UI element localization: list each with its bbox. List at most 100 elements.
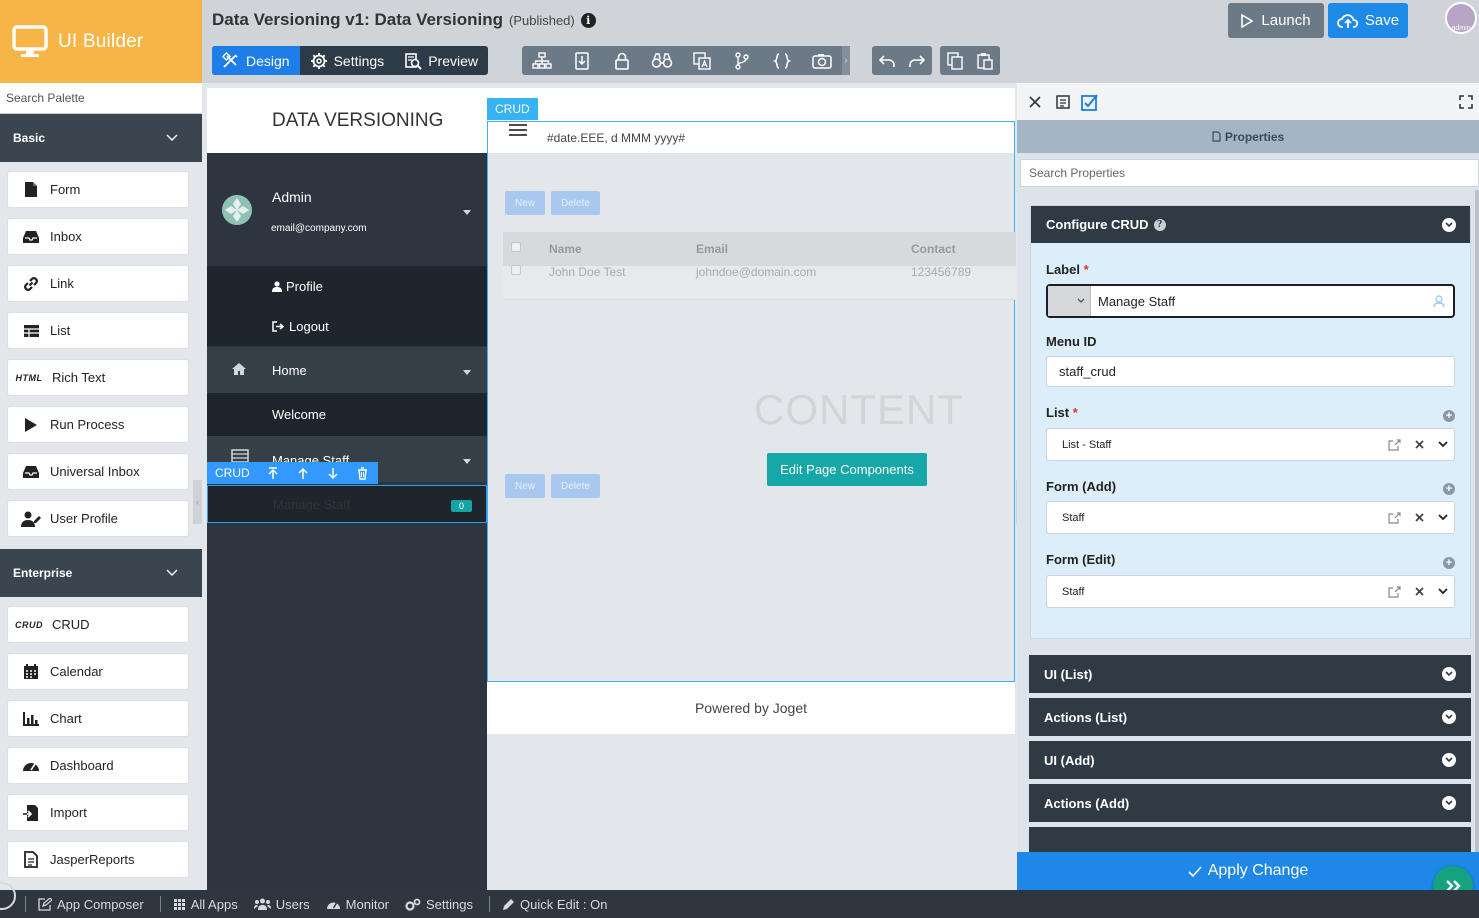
binder-button[interactable] bbox=[562, 46, 602, 75]
undo-button[interactable] bbox=[872, 46, 902, 75]
bottom-quick-edit[interactable]: Quick Edit : On bbox=[502, 897, 607, 912]
palette-section-enterprise[interactable]: Enterprise bbox=[0, 549, 202, 597]
color-picker[interactable] bbox=[1048, 286, 1091, 316]
section-actions-add[interactable]: Actions (Add) bbox=[1029, 784, 1471, 822]
copy-button[interactable] bbox=[940, 46, 970, 75]
nav-profile-link[interactable]: Profile bbox=[207, 266, 487, 306]
crud-element-tag[interactable]: CRUD bbox=[487, 98, 538, 120]
palette-item-chart[interactable]: Chart bbox=[7, 700, 189, 737]
properties-search-input[interactable] bbox=[1020, 159, 1479, 187]
table-row[interactable]: John Doe Test johndoe@domain.com 1234567… bbox=[503, 265, 1016, 300]
menu-id-field[interactable]: staff_crud bbox=[1046, 356, 1455, 387]
select-all-checkbox[interactable] bbox=[511, 242, 521, 252]
nav-manage-staff-item[interactable]: Manage Staff 0 bbox=[207, 485, 487, 523]
palette-item-run-process[interactable]: Run Process bbox=[7, 406, 189, 443]
form-add-select[interactable]: Staff bbox=[1046, 501, 1455, 534]
palette-item-crud[interactable]: CRUD CRUD bbox=[7, 606, 189, 643]
external-link-icon[interactable] bbox=[1388, 438, 1401, 451]
palette-search-input[interactable] bbox=[0, 83, 202, 114]
crud-content-area[interactable]: #date.EEE, d MMM yyyy# New Delete Name E… bbox=[487, 121, 1016, 682]
palette-item-inbox[interactable]: Inbox bbox=[7, 218, 189, 255]
new-button-bottom[interactable]: New bbox=[505, 474, 546, 498]
bottom-app-composer[interactable]: App Composer bbox=[38, 897, 144, 912]
expand-icon[interactable] bbox=[1456, 92, 1476, 112]
column-header[interactable]: Contact bbox=[911, 242, 956, 256]
save-button[interactable]: Save bbox=[1328, 3, 1408, 38]
i18n-button[interactable] bbox=[682, 46, 722, 75]
palette-item-universal-inbox[interactable]: Universal Inbox bbox=[7, 453, 189, 490]
json-button[interactable] bbox=[762, 46, 802, 75]
section-actions-list[interactable]: Actions (List) bbox=[1029, 698, 1471, 736]
label-field[interactable]: Manage Staff bbox=[1046, 284, 1455, 318]
chevron-down-icon[interactable] bbox=[1438, 514, 1448, 521]
move-up-top-button[interactable] bbox=[258, 462, 288, 484]
move-up-button[interactable] bbox=[288, 462, 318, 484]
palette-item-form[interactable]: Form bbox=[7, 171, 189, 208]
palette-item-list[interactable]: List bbox=[7, 312, 189, 349]
help-icon[interactable]: ? bbox=[1153, 218, 1166, 231]
bottom-all-apps[interactable]: All Apps bbox=[173, 897, 238, 912]
screenshot-button[interactable] bbox=[802, 46, 842, 75]
delete-button-bottom[interactable]: Delete bbox=[551, 474, 600, 498]
palette-item-dashboard[interactable]: Dashboard bbox=[7, 747, 189, 784]
tab-design[interactable]: Design bbox=[212, 46, 300, 75]
palette-section-basic[interactable]: Basic bbox=[0, 114, 202, 162]
close-icon[interactable] bbox=[1025, 92, 1045, 112]
user-avatar[interactable]: admin bbox=[1445, 2, 1477, 34]
form-edit-select[interactable]: Staff bbox=[1046, 575, 1455, 608]
usage-button[interactable] bbox=[642, 46, 682, 75]
form-view-icon[interactable] bbox=[1053, 92, 1073, 112]
diff-button[interactable] bbox=[722, 46, 762, 75]
external-link-icon[interactable] bbox=[1388, 511, 1401, 524]
palette-item-rich-text[interactable]: HTML Rich Text bbox=[7, 359, 189, 396]
palette-item-calendar[interactable]: Calendar bbox=[7, 653, 189, 690]
delete-element-button[interactable] bbox=[348, 462, 378, 484]
toolbar-scroll-right[interactable]: › bbox=[842, 46, 850, 75]
hamburger-icon[interactable] bbox=[509, 124, 527, 136]
configure-crud-header[interactable]: Configure CRUD ? bbox=[1031, 206, 1470, 243]
palette-collapse-handle[interactable]: ‹ bbox=[193, 480, 202, 524]
column-header[interactable]: Name bbox=[549, 242, 582, 256]
palette-item-link[interactable]: Link bbox=[7, 265, 189, 302]
clear-icon[interactable] bbox=[1415, 587, 1424, 596]
clear-icon[interactable] bbox=[1415, 513, 1424, 522]
section-ui-add[interactable]: UI (Add) bbox=[1029, 741, 1471, 779]
user-search-icon[interactable] bbox=[1433, 295, 1453, 307]
add-form-add-icon[interactable]: + bbox=[1443, 483, 1455, 495]
chevron-down-icon[interactable] bbox=[1438, 441, 1448, 448]
nav-logout-link[interactable]: Logout bbox=[207, 306, 487, 346]
nav-category-home[interactable]: Home bbox=[207, 347, 487, 393]
new-button[interactable]: New bbox=[505, 191, 546, 215]
row-checkbox[interactable] bbox=[511, 265, 521, 275]
redo-button[interactable] bbox=[902, 46, 932, 75]
palette-item-user-profile[interactable]: User Profile bbox=[7, 500, 189, 537]
section-ui-list[interactable]: UI (List) bbox=[1029, 655, 1471, 693]
tree-view-button[interactable] bbox=[522, 46, 562, 75]
palette-item-jasperreports[interactable]: JasperReports bbox=[7, 841, 189, 878]
chevron-down-icon[interactable] bbox=[1438, 588, 1448, 595]
launch-button[interactable]: Launch bbox=[1228, 3, 1324, 38]
delete-button[interactable]: Delete bbox=[551, 191, 600, 215]
add-form-edit-icon[interactable]: + bbox=[1443, 557, 1455, 569]
info-icon[interactable]: i bbox=[580, 12, 596, 28]
bottom-settings[interactable]: Settings bbox=[405, 897, 473, 912]
permission-button[interactable] bbox=[602, 46, 642, 75]
palette-item-import[interactable]: Import bbox=[7, 794, 189, 831]
paste-button[interactable] bbox=[970, 46, 1000, 75]
external-link-icon[interactable] bbox=[1388, 585, 1401, 598]
move-down-button[interactable] bbox=[318, 462, 348, 484]
add-list-icon[interactable]: + bbox=[1443, 410, 1455, 422]
nav-welcome-link[interactable]: Welcome bbox=[207, 393, 487, 436]
bottom-monitor[interactable]: Monitor bbox=[326, 897, 389, 912]
apply-change-button[interactable]: Apply Change bbox=[1017, 852, 1479, 890]
bottom-users[interactable]: Users bbox=[253, 897, 310, 912]
tab-settings[interactable]: Settings bbox=[300, 46, 395, 75]
clear-icon[interactable] bbox=[1415, 440, 1424, 449]
edit-page-components-button[interactable]: Edit Page Components bbox=[767, 453, 927, 486]
list-select[interactable]: List - Staff bbox=[1046, 428, 1455, 461]
column-header[interactable]: Email bbox=[696, 242, 728, 256]
properties-scrollbar[interactable] bbox=[1475, 190, 1479, 852]
checkbox-view-icon[interactable] bbox=[1081, 92, 1101, 112]
tab-preview[interactable]: Preview bbox=[394, 46, 488, 75]
nav-user-profile[interactable]: Admin email@company.com bbox=[207, 153, 487, 266]
